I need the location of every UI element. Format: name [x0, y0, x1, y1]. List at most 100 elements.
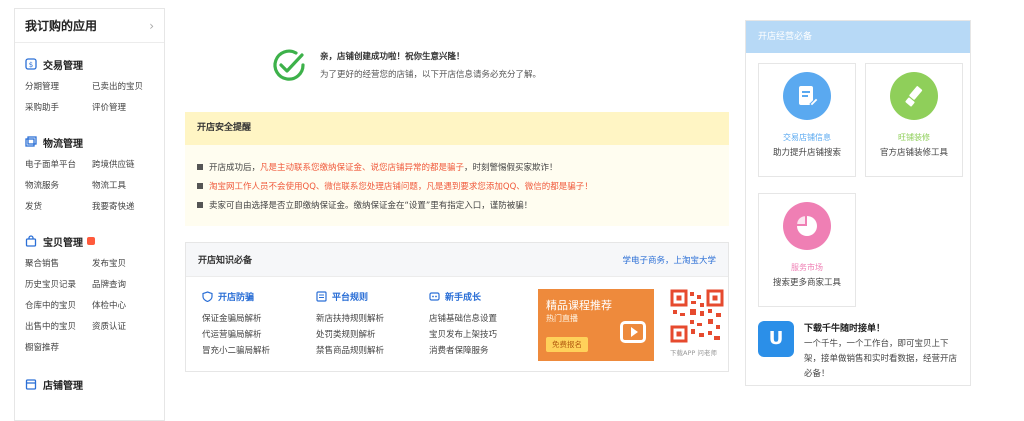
download-title[interactable]: 下载千牛随时接单！: [804, 321, 885, 334]
knowledge-title: 开店知识必备: [198, 256, 253, 266]
section-title[interactable]: 店铺管理: [43, 377, 83, 392]
course-promo-banner[interactable]: 精品课程推荐 热门直播 免费报名: [538, 289, 654, 361]
column-title[interactable]: 平台规则: [332, 290, 368, 303]
sidebar-link[interactable]: 采购助手: [25, 98, 92, 119]
safety-reminder: 开店安全提醒 开店成功后， 凡是主动联系您缴纳保证金、说您店铺异常的都是骗子 ，时刻…: [185, 112, 729, 226]
sidebar-section-logistics: 物流管理 电子面单平台 跨境供应链 物流服务 物流工具 发货 我要寄快递: [15, 133, 164, 218]
tv-play-icon: [620, 321, 646, 343]
section-title: 交易管理: [43, 60, 83, 72]
shop-essentials-panel: 开店经营必备 交易店铺信息 助力提升店铺搜索 旺铺装修 官方店铺装修工具 服务市…: [745, 20, 971, 386]
section-title: 宝贝管理: [43, 237, 83, 249]
sidebar-header[interactable]: 我订购的应用 ›: [15, 9, 164, 43]
column-title[interactable]: 开店防骗: [218, 290, 254, 303]
edit-doc-icon: [783, 72, 831, 120]
box-icon: [25, 136, 37, 148]
pie-chart-icon: [783, 202, 831, 250]
chevron-right-icon[interactable]: ›: [149, 19, 154, 33]
brush-icon: [890, 72, 938, 120]
sidebar-link[interactable]: 物流工具: [92, 176, 159, 197]
growth-icon: [429, 291, 440, 302]
knowledge-link[interactable]: 消费者保障服务: [429, 343, 497, 359]
card-service-market[interactable]: 服务市场 搜索更多商家工具: [758, 193, 856, 307]
sidebar-section-trade: $ 交易管理 分期管理 已卖出的宝贝 采购助手 评价管理: [15, 55, 164, 119]
promo-subtitle: 热门直播: [546, 314, 578, 323]
safety-text: ，时刻警惕假买家欺诈！: [464, 162, 558, 173]
taobao-university-link[interactable]: 学电子商务，上淘宝大学: [622, 254, 716, 266]
trade-icon: $: [25, 58, 37, 70]
shop-icon: [25, 378, 37, 390]
bag-icon: [25, 235, 37, 247]
section-title: 物流管理: [43, 138, 83, 150]
download-desc: 一个千牛，一个工作台，即可宝贝上下架，接单做销售和实时看数据，经营开店必备！: [804, 339, 958, 379]
hot-badge-icon: [87, 237, 95, 245]
bullet-icon: [197, 201, 203, 208]
qianniu-logo-icon: [758, 321, 794, 357]
sidebar-link[interactable]: 跨境供应链: [92, 155, 159, 176]
column-title[interactable]: 新手成长: [445, 290, 481, 303]
column-platform-rules: 平台规则 新店扶持规则解析 处罚类规则解析 禁售商品规则解析: [316, 289, 384, 359]
card-title: 旺铺装修: [898, 133, 930, 142]
safety-text: 开店成功后，: [209, 162, 261, 173]
qr-code-icon: [670, 289, 724, 343]
sidebar-link[interactable]: 橱窗推荐: [25, 338, 92, 359]
card-shop-decoration[interactable]: 旺铺装修 官方店铺装修工具: [865, 63, 963, 177]
safety-warning-text: 凡是主动联系您缴纳保证金、说您店铺异常的都是骗子: [260, 162, 465, 173]
sidebar: 我订购的应用 › $ 交易管理 分期管理 已卖出的宝贝 采购助手 评价管理 物流…: [14, 8, 165, 421]
knowledge-link[interactable]: 代运营骗局解析: [202, 327, 270, 343]
sidebar-link[interactable]: 电子面单平台: [25, 155, 92, 176]
column-newbie-growth: 新手成长 店铺基础信息设置 宝贝发布上架技巧 消费者保障服务: [429, 289, 497, 359]
sidebar-link[interactable]: 发货: [25, 197, 92, 218]
sidebar-link[interactable]: 体检中心: [92, 296, 159, 317]
card-title: 交易店铺信息: [783, 133, 831, 142]
safety-item: 淘宝网工作人员不会使用QQ、微信联系您处理店铺问题 ，凡是遇到要求您添加QQ、微信…: [197, 176, 717, 195]
sidebar-link[interactable]: 我要寄快递: [92, 197, 159, 218]
column-anti-fraud: 开店防骗 保证金骗局解析 代运营骗局解析 冒充小二骗局解析: [202, 289, 270, 359]
card-desc: 助力提升店铺搜索: [772, 148, 841, 158]
svg-text:$: $: [29, 61, 33, 69]
safety-text: 卖家可自由选择是否立即缴纳保证金。缴纳保证金在“设置”里有指定入口，谨防被骗！: [209, 200, 533, 211]
bullet-icon: [197, 182, 203, 189]
card-title: 服务市场: [791, 263, 823, 272]
bullet-icon: [197, 163, 203, 170]
knowledge-link[interactable]: 宝贝发布上架技巧: [429, 327, 497, 343]
sidebar-link[interactable]: 聚合销售: [25, 254, 92, 275]
sidebar-title: 我订购的应用: [25, 19, 98, 33]
knowledge-panel: 开店知识必备 学电子商务，上淘宝大学 开店防骗 保证金骗局解析 代运营骗局解析 …: [185, 242, 729, 372]
sidebar-link[interactable]: 物流服务: [25, 176, 92, 197]
card-shop-info[interactable]: 交易店铺信息 助力提升店铺搜索: [758, 63, 856, 177]
knowledge-link[interactable]: 禁售商品规则解析: [316, 343, 384, 359]
card-desc: 官方店铺装修工具: [879, 148, 948, 158]
sidebar-link[interactable]: 出售中的宝贝: [25, 317, 92, 338]
sidebar-link[interactable]: 历史宝贝记录: [25, 275, 92, 296]
success-title: 亲，店铺创建成功啦！祝你生意兴隆！: [320, 52, 465, 62]
promo-title: 精品课程推荐: [546, 299, 612, 312]
knowledge-link[interactable]: 店铺基础信息设置: [429, 311, 497, 327]
knowledge-link[interactable]: 新店扶持规则解析: [316, 311, 384, 327]
knowledge-link[interactable]: 处罚类规则解析: [316, 327, 384, 343]
sidebar-section-items: 宝贝管理 聚合销售 发布宝贝 历史宝贝记录 品牌查询 仓库中的宝贝 体检中心 出…: [15, 232, 164, 359]
qr-caption: 下载APP 问老师: [670, 349, 717, 357]
sidebar-link[interactable]: 分期管理: [25, 77, 92, 98]
sidebar-link[interactable]: 评价管理: [92, 98, 159, 119]
sidebar-link[interactable]: 资质认证: [92, 317, 159, 338]
shield-icon: [202, 290, 213, 302]
sidebar-section-shop: 店铺管理: [15, 375, 164, 393]
success-message: 亲，店铺创建成功啦！祝你生意兴隆！ 为了更好的经营您的店铺，以下开店信息请务必充…: [270, 46, 730, 86]
sidebar-link[interactable]: 仓库中的宝贝: [25, 296, 92, 317]
safety-title: 开店安全提醒: [185, 112, 729, 145]
knowledge-link[interactable]: 保证金骗局解析: [202, 311, 270, 327]
free-signup-button[interactable]: 免费报名: [546, 337, 588, 352]
rules-doc-icon: [316, 290, 327, 302]
safety-warning-text: 淘宝网工作人员不会使用QQ、微信联系您处理店铺问题: [209, 181, 418, 192]
sidebar-link[interactable]: 发布宝贝: [92, 254, 159, 275]
safety-item: 卖家可自由选择是否立即缴纳保证金。缴纳保证金在“设置”里有指定入口，谨防被骗！: [197, 195, 717, 214]
sidebar-link[interactable]: 品牌查询: [92, 275, 159, 296]
safety-item: 开店成功后， 凡是主动联系您缴纳保证金、说您店铺异常的都是骗子 ，时刻警惕假买家欺诈…: [197, 157, 717, 176]
success-subtitle: 为了更好的经营您的店铺，以下开店信息请务必充分了解。: [320, 70, 542, 80]
success-check-icon: [270, 46, 308, 84]
sidebar-link[interactable]: 已卖出的宝贝: [92, 77, 159, 98]
knowledge-link[interactable]: 冒充小二骗局解析: [202, 343, 270, 359]
safety-warning-text: ，凡是遇到要求您添加QQ、微信的都是骗子！: [417, 181, 593, 192]
card-desc: 搜索更多商家工具: [772, 278, 841, 288]
panel-title: 开店经营必备: [746, 21, 970, 53]
